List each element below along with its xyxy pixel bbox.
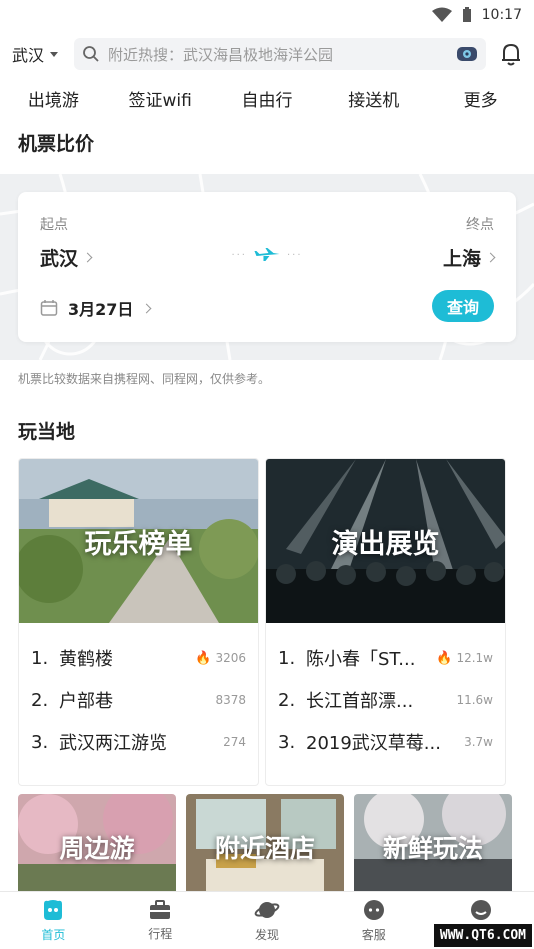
rank-number: 2. bbox=[31, 689, 49, 711]
item-name: 2019武汉草莓... bbox=[306, 733, 441, 754]
feature-tiles: 周边游 附近酒店 新鲜玩法 bbox=[0, 794, 534, 900]
ranking-list: 1. 黄鹤楼 🔥 3206 2. 户部巷 8378 3. 武汉两江游览 274 bbox=[19, 623, 258, 763]
origin-city: 武汉 bbox=[40, 248, 79, 270]
list-item[interactable]: 1. 陈小春「ST... 🔥 12.1w bbox=[278, 637, 493, 679]
scan-icon[interactable] bbox=[456, 45, 478, 63]
item-name: 陈小春「ST... bbox=[306, 649, 416, 670]
tab-label: 发现 bbox=[254, 928, 279, 942]
ranking-card-shows[interactable]: 演出展览 1. 陈小春「ST... 🔥 12.1w 2. 长江首部漂... 11.… bbox=[265, 458, 506, 786]
calendar-icon bbox=[40, 300, 58, 316]
wifi-icon bbox=[431, 7, 452, 22]
date-selector[interactable]: 3月27日 bbox=[40, 296, 152, 320]
notification-button[interactable] bbox=[486, 42, 522, 66]
city-label: 武汉 bbox=[12, 46, 45, 65]
origin-label: 起点 bbox=[40, 217, 68, 233]
category-nav: 出境游 签证wifi 自由行 接送机 更多 bbox=[0, 78, 534, 118]
item-count: 11.6w bbox=[456, 693, 493, 707]
flight-section-title: 机票比价 bbox=[18, 133, 95, 155]
tile-new-activities[interactable]: 新鲜玩法 bbox=[354, 794, 512, 900]
ranking-cards: 玩乐榜单 1. 黄鹤楼 🔥 3206 2. 户部巷 8378 3. 武汉两江游览 … bbox=[0, 458, 534, 786]
destination-city-selector[interactable]: 上海 bbox=[442, 244, 496, 271]
rank-number: 3. bbox=[31, 731, 49, 753]
tab-label: 行程 bbox=[148, 927, 173, 941]
tab-home[interactable]: 首页 bbox=[0, 892, 107, 949]
list-item[interactable]: 1. 黄鹤楼 🔥 3206 bbox=[31, 637, 246, 679]
departure-date: 3月27日 bbox=[68, 300, 134, 319]
rank-number: 2. bbox=[278, 689, 296, 711]
card-title: 演出展览 bbox=[331, 528, 440, 560]
rank-number: 1. bbox=[278, 647, 296, 669]
tab-label: 首页 bbox=[41, 928, 66, 942]
item-count: 🔥 3206 bbox=[195, 650, 246, 666]
home-icon bbox=[44, 900, 63, 920]
battery-icon bbox=[462, 7, 471, 22]
nav-item-more[interactable]: 更多 bbox=[427, 86, 534, 111]
bell-icon bbox=[502, 43, 520, 66]
search-input[interactable]: 附近热搜：武汉海昌极地海洋公园 bbox=[74, 38, 486, 70]
chevron-right-icon bbox=[82, 252, 93, 263]
list-item[interactable]: 2. 户部巷 8378 bbox=[31, 679, 246, 721]
destination-city: 上海 bbox=[442, 248, 481, 270]
rank-number: 3. bbox=[278, 731, 296, 753]
status-bar: 10:17 bbox=[0, 0, 534, 30]
item-count: 🔥 12.1w bbox=[436, 650, 493, 666]
chevron-right-icon bbox=[485, 252, 496, 263]
tile-title: 附近酒店 bbox=[214, 834, 315, 863]
tile-nearby-hotels[interactable]: 附近酒店 bbox=[186, 794, 344, 900]
card-image-pavilion: 玩乐榜单 bbox=[19, 459, 258, 623]
briefcase-icon bbox=[150, 900, 171, 919]
item-count: 3.7w bbox=[464, 735, 493, 749]
ranking-card-fun[interactable]: 玩乐榜单 1. 黄鹤楼 🔥 3206 2. 户部巷 8378 3. 武汉两江游览 … bbox=[18, 458, 259, 786]
item-name: 长江首部漂... bbox=[306, 691, 414, 712]
play-section-title: 玩当地 bbox=[18, 421, 76, 443]
item-name: 黄鹤楼 bbox=[59, 649, 113, 670]
list-item[interactable]: 3. 武汉两江游览 274 bbox=[31, 721, 246, 763]
headset-icon bbox=[363, 900, 384, 920]
origin-city-selector[interactable]: 武汉 bbox=[40, 244, 93, 271]
item-name: 武汉两江游览 bbox=[59, 733, 167, 754]
nav-item-visa-wifi[interactable]: 签证wifi bbox=[107, 86, 214, 111]
list-item[interactable]: 2. 长江首部漂... 11.6w bbox=[278, 679, 493, 721]
tab-label: 客服 bbox=[361, 928, 386, 942]
flight-disclaimer: 机票比较数据来自携程网、同程网，仅供参考。 bbox=[18, 372, 271, 386]
query-button[interactable]: 查询 bbox=[432, 290, 494, 322]
fire-icon: 🔥 bbox=[436, 650, 453, 666]
card-image-concert: 演出展览 bbox=[266, 459, 505, 623]
watermark: WWW.QT6.COM bbox=[433, 924, 532, 947]
tile-nearby-tours[interactable]: 周边游 bbox=[18, 794, 176, 900]
flight-area: 起点 终点 武汉 ··· ··· 上海 3月27日 查询 bbox=[0, 174, 534, 360]
item-count: 274 bbox=[223, 735, 246, 749]
chevron-right-icon bbox=[141, 303, 152, 313]
tab-customer-service[interactable]: 客服 bbox=[320, 892, 427, 949]
tab-trips[interactable]: 行程 bbox=[107, 892, 214, 949]
nav-item-free-travel[interactable]: 自由行 bbox=[214, 86, 321, 111]
search-icon bbox=[83, 46, 99, 62]
flight-search-card: 起点 终点 武汉 ··· ··· 上海 3月27日 查询 bbox=[18, 192, 516, 342]
rank-number: 1. bbox=[31, 647, 49, 669]
airplane-icon bbox=[254, 248, 279, 261]
nav-item-outbound[interactable]: 出境游 bbox=[0, 86, 107, 111]
route-indicator: ··· ··· bbox=[231, 248, 303, 261]
search-row: 武汉 附近热搜：武汉海昌极地海洋公园 bbox=[0, 30, 534, 78]
profile-icon bbox=[470, 900, 491, 920]
search-placeholder: 附近热搜：武汉海昌极地海洋公园 bbox=[108, 45, 334, 64]
planet-icon bbox=[254, 902, 280, 918]
list-item[interactable]: 3. 2019武汉草莓... 3.7w bbox=[278, 721, 493, 763]
nav-item-airport-transfer[interactable]: 接送机 bbox=[320, 86, 427, 111]
ranking-list: 1. 陈小春「ST... 🔥 12.1w 2. 长江首部漂... 11.6w 3.… bbox=[266, 623, 505, 763]
city-selector[interactable]: 武汉 bbox=[12, 42, 74, 66]
tab-discover[interactable]: 发现 bbox=[214, 892, 321, 949]
fire-icon: 🔥 bbox=[195, 650, 212, 666]
destination-label: 终点 bbox=[466, 217, 494, 233]
item-count: 8378 bbox=[215, 693, 246, 707]
clock: 10:17 bbox=[481, 7, 522, 23]
caret-down-icon bbox=[50, 51, 59, 57]
tile-title: 新鲜玩法 bbox=[382, 834, 483, 863]
tile-title: 周边游 bbox=[59, 834, 135, 863]
card-title: 玩乐榜单 bbox=[84, 528, 193, 560]
item-name: 户部巷 bbox=[59, 691, 113, 712]
